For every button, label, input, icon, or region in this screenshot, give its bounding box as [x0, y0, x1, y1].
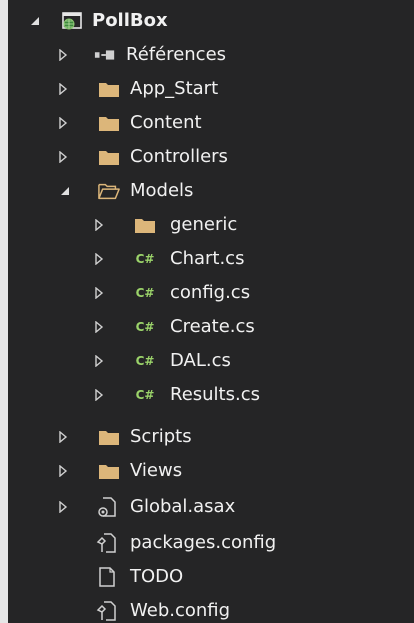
collapsed-arrow-icon[interactable]	[56, 490, 70, 524]
tree-item-controllers[interactable]: Controllers	[8, 140, 414, 174]
folder-icon	[98, 426, 120, 448]
csharp-file-icon: C#	[135, 286, 155, 300]
tree-item-label: generic	[170, 214, 238, 235]
tree-item-views[interactable]: Views	[8, 454, 414, 488]
collapsed-arrow-icon[interactable]	[56, 72, 70, 106]
config-file-icon	[96, 532, 118, 554]
collapsed-arrow-icon[interactable]	[92, 242, 106, 276]
collapsed-arrow-icon[interactable]	[56, 420, 70, 454]
tree-item-label: Controllers	[130, 146, 228, 167]
asax-file-icon	[96, 496, 118, 518]
collapsed-arrow-icon[interactable]	[92, 378, 106, 412]
web-project-icon	[61, 10, 83, 32]
tree-item-label: Chart.cs	[170, 248, 245, 269]
tree-item-models[interactable]: Models	[8, 174, 414, 208]
folder-open-icon	[98, 180, 120, 202]
folder-icon	[98, 146, 120, 168]
tree-item-label: TODO	[130, 566, 184, 587]
tree-item-label: packages.config	[130, 532, 277, 553]
tree-item-generic[interactable]: generic	[8, 208, 414, 242]
csharp-file-icon: C#	[135, 252, 155, 266]
folder-icon	[98, 460, 120, 482]
tree-item-label: Scripts	[130, 426, 192, 447]
csharp-file-icon: C#	[135, 388, 155, 402]
tree-item-global-asax[interactable]: Global.asax	[8, 490, 414, 524]
tree-item-web-config[interactable]: Web.config	[8, 594, 414, 623]
tree-item-results-cs[interactable]: C# Results.cs	[8, 378, 414, 412]
collapsed-arrow-icon[interactable]	[56, 38, 70, 72]
config-file-icon	[96, 600, 118, 622]
tree-item-label: Content	[130, 112, 202, 133]
tree-item-label: Références	[126, 44, 227, 65]
solution-explorer: PollBox Références App_Start Content Con…	[0, 0, 414, 623]
collapsed-arrow-icon[interactable]	[92, 344, 106, 378]
tree-item-label: Global.asax	[130, 496, 236, 517]
references-icon	[94, 44, 116, 66]
tree-item-label: Models	[130, 180, 194, 201]
csharp-file-icon: C#	[135, 320, 155, 334]
collapsed-arrow-icon[interactable]	[92, 208, 106, 242]
tree-item-label: Create.cs	[170, 316, 255, 337]
text-file-icon	[96, 566, 118, 588]
collapsed-arrow-icon[interactable]	[56, 140, 70, 174]
expanded-arrow-icon[interactable]	[28, 4, 42, 38]
tree-item-label: PollBox	[92, 10, 168, 31]
tree-item-pollbox[interactable]: PollBox	[8, 4, 414, 38]
left-edge-strip	[0, 0, 8, 623]
tree-item-chart-cs[interactable]: C# Chart.cs	[8, 242, 414, 276]
tree-item-label: Results.cs	[170, 384, 260, 405]
folder-icon	[98, 112, 120, 134]
tree-item-create-cs[interactable]: C# Create.cs	[8, 310, 414, 344]
tree-item-dal-cs[interactable]: C# DAL.cs	[8, 344, 414, 378]
tree-item-scripts[interactable]: Scripts	[8, 420, 414, 454]
folder-icon	[98, 78, 120, 100]
expanded-arrow-icon[interactable]	[58, 174, 72, 208]
tree-item-config-cs[interactable]: C# config.cs	[8, 276, 414, 310]
tree-item-label: config.cs	[170, 282, 251, 303]
folder-icon	[134, 214, 156, 236]
tree-item-label: DAL.cs	[170, 350, 231, 371]
collapsed-arrow-icon[interactable]	[56, 106, 70, 140]
csharp-file-icon: C#	[135, 354, 155, 368]
tree-item-label: App_Start	[130, 78, 219, 99]
tree-item-packages-config[interactable]: packages.config	[8, 526, 414, 560]
tree-item-label: Web.config	[130, 600, 231, 621]
tree-item-app-start[interactable]: App_Start	[8, 72, 414, 106]
collapsed-arrow-icon[interactable]	[92, 310, 106, 344]
tree-item-content[interactable]: Content	[8, 106, 414, 140]
tree-item-todo[interactable]: TODO	[8, 560, 414, 594]
tree-item-references[interactable]: Références	[8, 38, 414, 72]
solution-tree: PollBox Références App_Start Content Con…	[8, 0, 414, 623]
collapsed-arrow-icon[interactable]	[92, 276, 106, 310]
collapsed-arrow-icon[interactable]	[56, 454, 70, 488]
tree-item-label: Views	[130, 460, 183, 481]
